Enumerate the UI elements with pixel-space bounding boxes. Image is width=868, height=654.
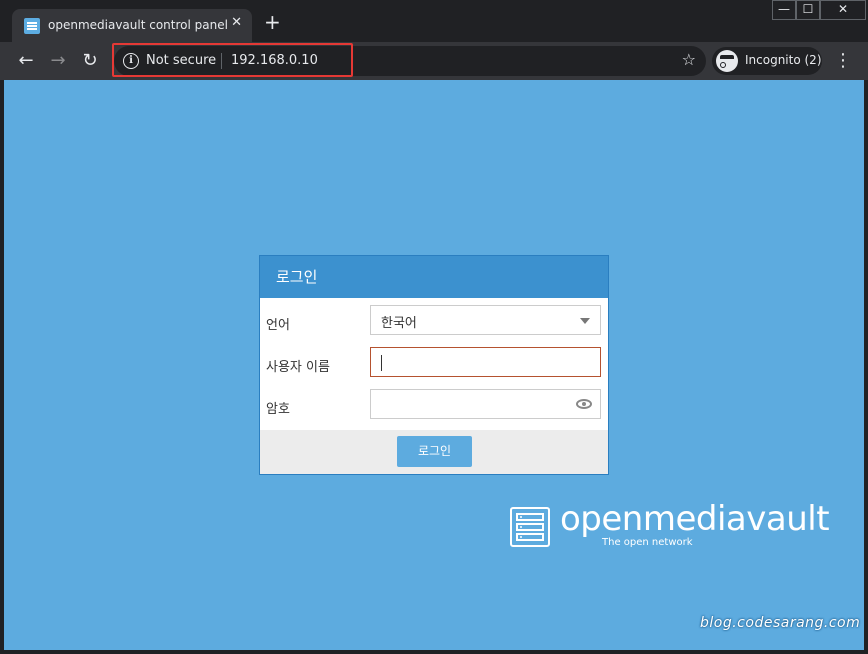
language-value: 한국어: [381, 316, 417, 331]
reload-button[interactable]: ↻: [79, 50, 101, 72]
minimize-button[interactable]: —: [772, 0, 796, 20]
brand-name: openmediavault: [560, 499, 830, 539]
tab-title: openmediavault control panel - r: [48, 18, 228, 32]
back-button[interactable]: ←: [15, 50, 37, 72]
incognito-icon: [716, 50, 738, 72]
tab-strip: openmediavault control panel - r ✕ + — ☐…: [0, 0, 868, 42]
login-dialog: 로그인 언어 한국어 사용자 이름 암호 로그인: [259, 255, 609, 475]
username-input[interactable]: [370, 347, 601, 377]
maximize-button[interactable]: ☐: [796, 0, 820, 20]
dropdown-arrow-icon[interactable]: [580, 318, 590, 324]
text-cursor: [381, 355, 382, 371]
new-tab-button[interactable]: +: [264, 12, 281, 32]
blog-watermark: blog.codesarang.com: [700, 615, 861, 631]
language-select[interactable]: 한국어: [370, 305, 601, 335]
browser-tab[interactable]: openmediavault control panel - r ✕: [12, 9, 252, 42]
username-row: 사용자 이름: [260, 347, 608, 381]
incognito-indicator[interactable]: Incognito (2): [712, 47, 822, 75]
password-row: 암호: [260, 389, 608, 423]
address-highlight-box: [112, 43, 353, 77]
brand-tagline: The open network: [602, 537, 693, 548]
login-button[interactable]: 로그인: [397, 436, 472, 467]
login-dialog-title: 로그인: [260, 256, 608, 298]
browser-menu-button[interactable]: ⋮: [834, 50, 852, 71]
server-rack-icon: [510, 507, 550, 547]
tab-close-icon[interactable]: ✕: [231, 15, 242, 30]
close-window-button[interactable]: ✕: [820, 0, 866, 20]
password-input[interactable]: [370, 389, 601, 419]
password-label: 암호: [266, 402, 290, 417]
username-label: 사용자 이름: [266, 360, 330, 375]
language-row: 언어 한국어: [260, 305, 608, 339]
forward-button[interactable]: →: [47, 50, 69, 72]
incognito-label: Incognito (2): [745, 53, 822, 67]
bookmark-star-icon[interactable]: ☆: [682, 50, 696, 69]
login-dialog-footer: 로그인: [260, 430, 608, 474]
page-viewport: 로그인 언어 한국어 사용자 이름 암호 로그인: [4, 80, 864, 650]
language-label: 언어: [266, 318, 290, 333]
show-password-eye-icon[interactable]: [576, 399, 592, 409]
openmediavault-favicon-icon: [24, 18, 40, 34]
